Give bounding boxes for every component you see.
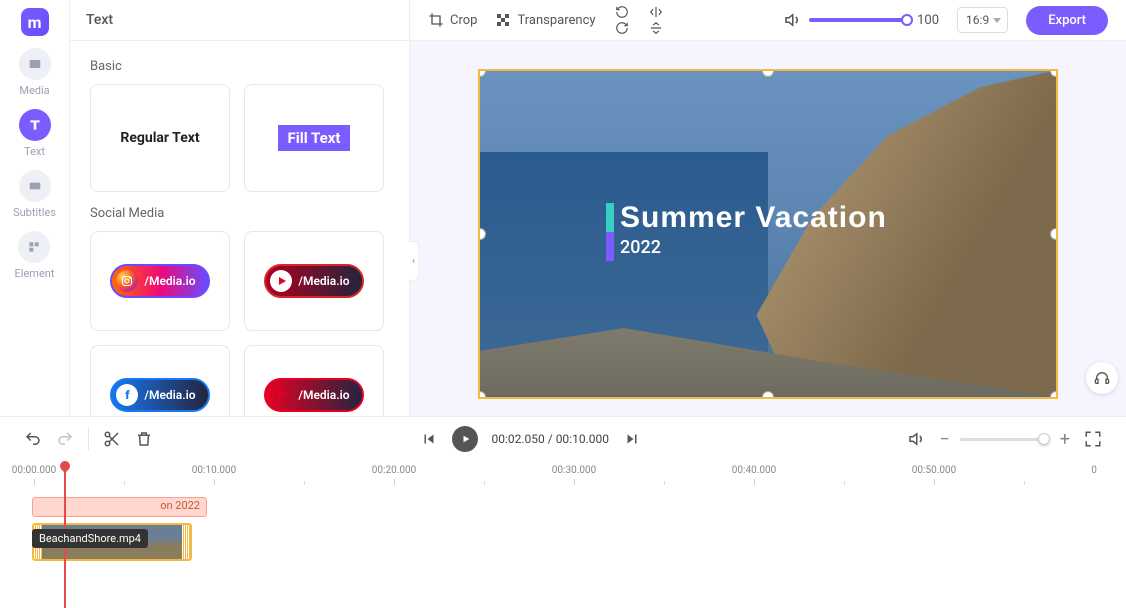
delete-button[interactable] [135,430,153,448]
canvas-toolbar: Crop Transparency 100 [410,0,1126,41]
section-title-basic: Basic [90,59,389,74]
video-preview-frame[interactable]: Summer Vacation 2022 [478,69,1058,399]
social-preset-pinterest[interactable]: P/Media.io [244,345,384,416]
flip-horizontal-icon[interactable] [648,5,664,19]
export-button[interactable]: Export [1026,6,1108,35]
rail-label-subtitles: Subtitles [13,206,56,219]
text-preset-regular[interactable]: Regular Text [90,84,230,192]
next-frame-button[interactable] [623,430,641,448]
transparency-icon [495,12,511,28]
zoom-in-button[interactable]: + [1060,429,1070,450]
text-icon [19,109,51,141]
undo-button[interactable] [24,430,42,448]
rail-item-subtitles[interactable]: Subtitles [13,170,56,219]
text-preset-fill[interactable]: Fill Text [244,84,384,192]
panel-header: Text [70,0,409,41]
volume-value: 100 [917,13,939,28]
clip-trim-right[interactable] [182,525,190,559]
crop-button[interactable]: Crop [428,12,477,28]
prev-frame-button[interactable] [420,430,438,448]
resize-handle[interactable] [1051,69,1058,76]
rail-item-media[interactable]: Media [19,48,51,97]
resize-handle[interactable] [763,69,773,76]
element-icon [18,231,50,263]
pinterest-icon: P [270,384,292,406]
rail-label-media: Media [19,84,49,97]
fit-button[interactable] [1084,430,1102,448]
redo-button[interactable] [56,430,74,448]
mute-button[interactable] [907,430,925,448]
title-text-element[interactable]: Summer Vacation 2022 [620,201,887,258]
volume-control[interactable]: 100 [783,11,939,29]
timeline-section: 00:02.050 / 00:10.000 − + 00:00.000 00:1… [0,416,1126,608]
rotate-cw-icon[interactable] [614,21,630,35]
crop-icon [428,12,444,28]
video-content: Summer Vacation 2022 [480,71,1056,397]
facebook-icon: f [116,384,138,406]
flip-vertical-icon[interactable] [648,21,664,35]
social-preset-facebook[interactable]: f/Media.io [90,345,230,416]
section-title-social: Social Media [90,206,389,221]
timeline-ruler[interactable]: 00:00.000 00:10.000 00:20.000 00:30.000 … [24,465,1102,493]
rail-item-text[interactable]: Text [19,109,51,158]
youtube-icon [270,270,292,292]
rail-label-text: Text [24,145,45,158]
zoom-slider[interactable] [960,438,1050,441]
timeline-text-clip[interactable]: on 2022 [32,497,207,517]
media-icon [19,48,51,80]
transparency-button[interactable]: Transparency [495,12,595,28]
headphones-button[interactable] [1086,362,1118,394]
panel-collapse-toggle[interactable]: ‹ [409,241,419,281]
volume-slider[interactable] [809,18,909,22]
resize-handle[interactable] [478,229,485,239]
split-button[interactable] [103,430,121,448]
aspect-ratio-select[interactable]: 16:9 [957,7,1008,33]
app-logo: m [21,8,49,36]
text-panel: Text Basic Regular Text Fill Text Social… [70,0,410,416]
subtitles-icon [19,170,51,202]
zoom-out-button[interactable]: − [939,429,949,450]
clip-tooltip: BeachandShore.mp4 [32,529,148,548]
canvas-area: Crop Transparency 100 [410,0,1126,416]
social-preset-instagram[interactable]: /Media.io [90,231,230,331]
play-button[interactable] [452,426,478,452]
volume-icon [783,11,801,29]
rail-label-element: Element [15,267,55,280]
resize-handle[interactable] [1051,229,1058,239]
instagram-icon [116,270,138,292]
resize-handle[interactable] [763,392,773,399]
headphones-icon [1094,370,1110,386]
resize-handle[interactable] [1051,392,1058,399]
left-nav-rail: m Media Text Subtitles Element [0,0,70,416]
playback-time: 00:02.050 / 00:10.000 [492,432,609,446]
rail-item-element[interactable]: Element [15,231,55,280]
rotate-ccw-icon[interactable] [614,5,630,19]
social-preset-youtube[interactable]: /Media.io [244,231,384,331]
